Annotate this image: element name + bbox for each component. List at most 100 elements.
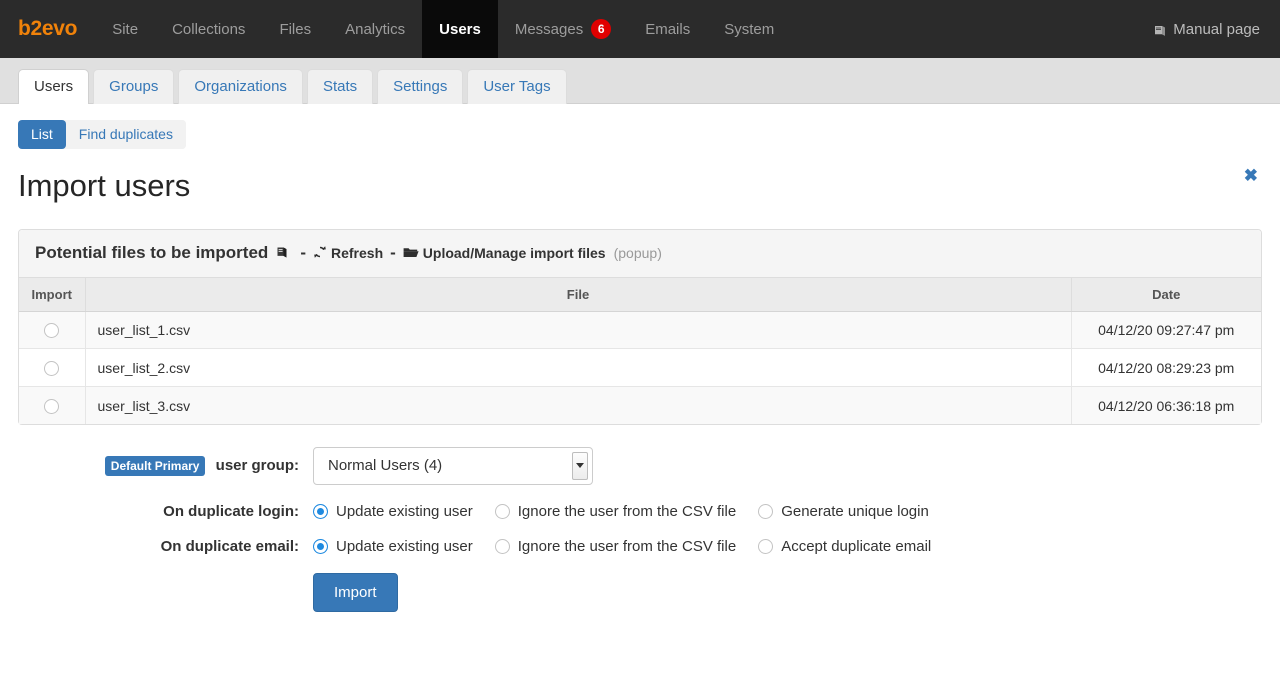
radio-option[interactable]: Ignore the user from the CSV file [494,537,737,555]
top-navbar: b2evo Site Collections Files Analytics Users… [0,0,1280,58]
refresh-label: Refresh [330,244,384,261]
folder-open-icon [403,246,419,262]
upload-manage-label: Upload/Manage import files [422,244,606,261]
brand-logo[interactable]: b2evo [0,0,95,58]
nav-item-analytics[interactable]: Analytics [328,0,422,58]
tab-groups[interactable]: Groups [93,69,175,104]
import-file-radio[interactable] [44,323,60,339]
upload-manage-import-files-button[interactable]: Upload/Manage import files [403,245,606,261]
chevron-down-icon[interactable] [572,451,588,480]
submit-row: Import [0,572,1280,612]
import-file-radio[interactable] [44,361,60,377]
book-icon [1154,24,1167,36]
cell-file-name: user_list_2.csv [85,348,1071,388]
radio-button[interactable] [494,503,510,519]
import-button[interactable]: Import [313,572,398,612]
tab-bar: Users Groups Organizations Stats Settings Use… [0,58,1280,104]
book-icon [276,244,289,264]
default-primary-badge[interactable]: Default Primary [104,455,206,476]
radio-button[interactable] [758,538,774,554]
duplicate-email-options: Update existing user Ignore the user from… [313,538,953,555]
table-header-row: Import File Date [19,277,1261,312]
radio-option[interactable]: Update existing user [313,538,473,555]
nav-item-messages[interactable]: Messages 6 [498,0,628,58]
nav-item-system[interactable]: System [707,0,791,58]
user-group-row: Default Primary user group: Normal Users… [0,446,1280,485]
user-group-label-text: user group: [215,456,299,474]
tab-organizations[interactable]: Organizations [178,69,303,104]
radio-option-label: Update existing user [336,537,473,555]
nav-item-label: Files [279,20,312,38]
nav-item-label: Site [112,20,139,38]
radio-option[interactable]: Ignore the user from the CSV file [494,502,737,520]
column-header-date: Date [1070,277,1261,312]
nav-item-label: Users [439,20,481,38]
panel-header-separator-1: - [300,242,306,262]
sub-nav-list[interactable]: List [18,120,66,150]
navbar-right: Manual page [1150,0,1280,58]
radio-button[interactable] [313,538,328,554]
nav-item-files[interactable]: Files [262,0,328,58]
close-icon[interactable]: ✖ [1244,167,1258,184]
nav-item-label: Emails [645,20,691,38]
radio-option-label: Generate unique login [781,502,929,520]
radio-option[interactable]: Generate unique login [758,503,929,520]
import-files-table: Import File Date user_list_1.csv 04/12/20… [19,277,1261,424]
sub-nav-find-duplicates[interactable]: Find duplicates [65,120,186,150]
user-group-select[interactable]: Normal Users (4) [313,446,593,485]
sub-nav-button-group: List Find duplicates [18,120,186,150]
radio-option[interactable]: Update existing user [313,503,473,520]
radio-button[interactable] [494,538,510,554]
import-file-radio[interactable] [44,398,60,414]
tab-user-tags[interactable]: User Tags [467,69,567,104]
radio-option-label: Accept duplicate email [781,537,932,555]
table-body: user_list_1.csv 04/12/20 09:27:47 pm user_… [19,311,1261,424]
column-header-file: File [85,277,1071,312]
table-row[interactable]: user_list_3.csv 04/12/20 06:36:18 pm [19,386,1261,424]
import-options-form: Default Primary user group: Normal Users… [0,446,1280,612]
column-header-import: Import [19,277,86,312]
cell-import [19,348,86,388]
radio-button[interactable] [758,503,774,519]
radio-option[interactable]: Accept duplicate email [758,538,931,555]
table-row[interactable]: user_list_2.csv 04/12/20 08:29:23 pm [19,348,1261,388]
nav-item-users[interactable]: Users [422,0,498,58]
tab-users[interactable]: Users [18,69,90,104]
page-title-row: Import users ✖ [0,149,1280,204]
user-group-selected-value: Normal Users (4) [328,457,443,475]
tab-stats[interactable]: Stats [306,69,374,104]
nav-item-label: Collections [172,20,246,38]
radio-option-label: Ignore the user from the CSV file [517,502,737,520]
cell-import [19,311,86,350]
cell-file-date: 04/12/20 08:29:23 pm [1070,348,1261,388]
duplicate-email-label: On duplicate email: [160,537,299,555]
panel-header: Potential files to be imported - Refresh… [19,229,1261,278]
refresh-button[interactable]: Refresh [313,244,383,261]
cell-file-name: user_list_3.csv [85,386,1071,424]
tab-settings[interactable]: Settings [377,69,464,104]
import-files-panel: Potential files to be imported - Refresh… [18,228,1262,425]
duplicate-login-label: On duplicate login: [163,502,299,520]
panel-heading-text: Potential files to be imported [35,242,269,262]
user-group-label: Default Primary user group: [0,455,313,476]
table-head: Import File Date [19,277,1261,312]
cell-import [19,386,86,424]
nav-item-label: Analytics [345,20,406,38]
popup-note: (popup) [613,244,662,261]
table-row[interactable]: user_list_1.csv 04/12/20 09:27:47 pm [19,311,1261,350]
duplicate-email-row: On duplicate email: Update existing user… [0,538,1280,555]
messages-count-badge: 6 [591,19,612,39]
nav-item-emails[interactable]: Emails [628,0,707,58]
page-title: Import users [18,168,191,204]
manual-page-link[interactable]: Manual page [1150,21,1264,38]
cell-file-date: 04/12/20 06:36:18 pm [1070,386,1261,424]
cell-file-date: 04/12/20 09:27:47 pm [1070,311,1261,350]
duplicate-login-options: Update existing user Ignore the user from… [313,503,951,520]
nav-item-collections[interactable]: Collections [155,0,262,58]
sub-nav-bar: List Find duplicates [0,104,1280,150]
nav-item-site[interactable]: Site [95,0,155,58]
nav-item-label: Messages [514,20,584,38]
cell-file-name: user_list_1.csv [85,311,1071,350]
radio-button[interactable] [313,503,328,519]
radio-option-label: Ignore the user from the CSV file [517,537,737,555]
